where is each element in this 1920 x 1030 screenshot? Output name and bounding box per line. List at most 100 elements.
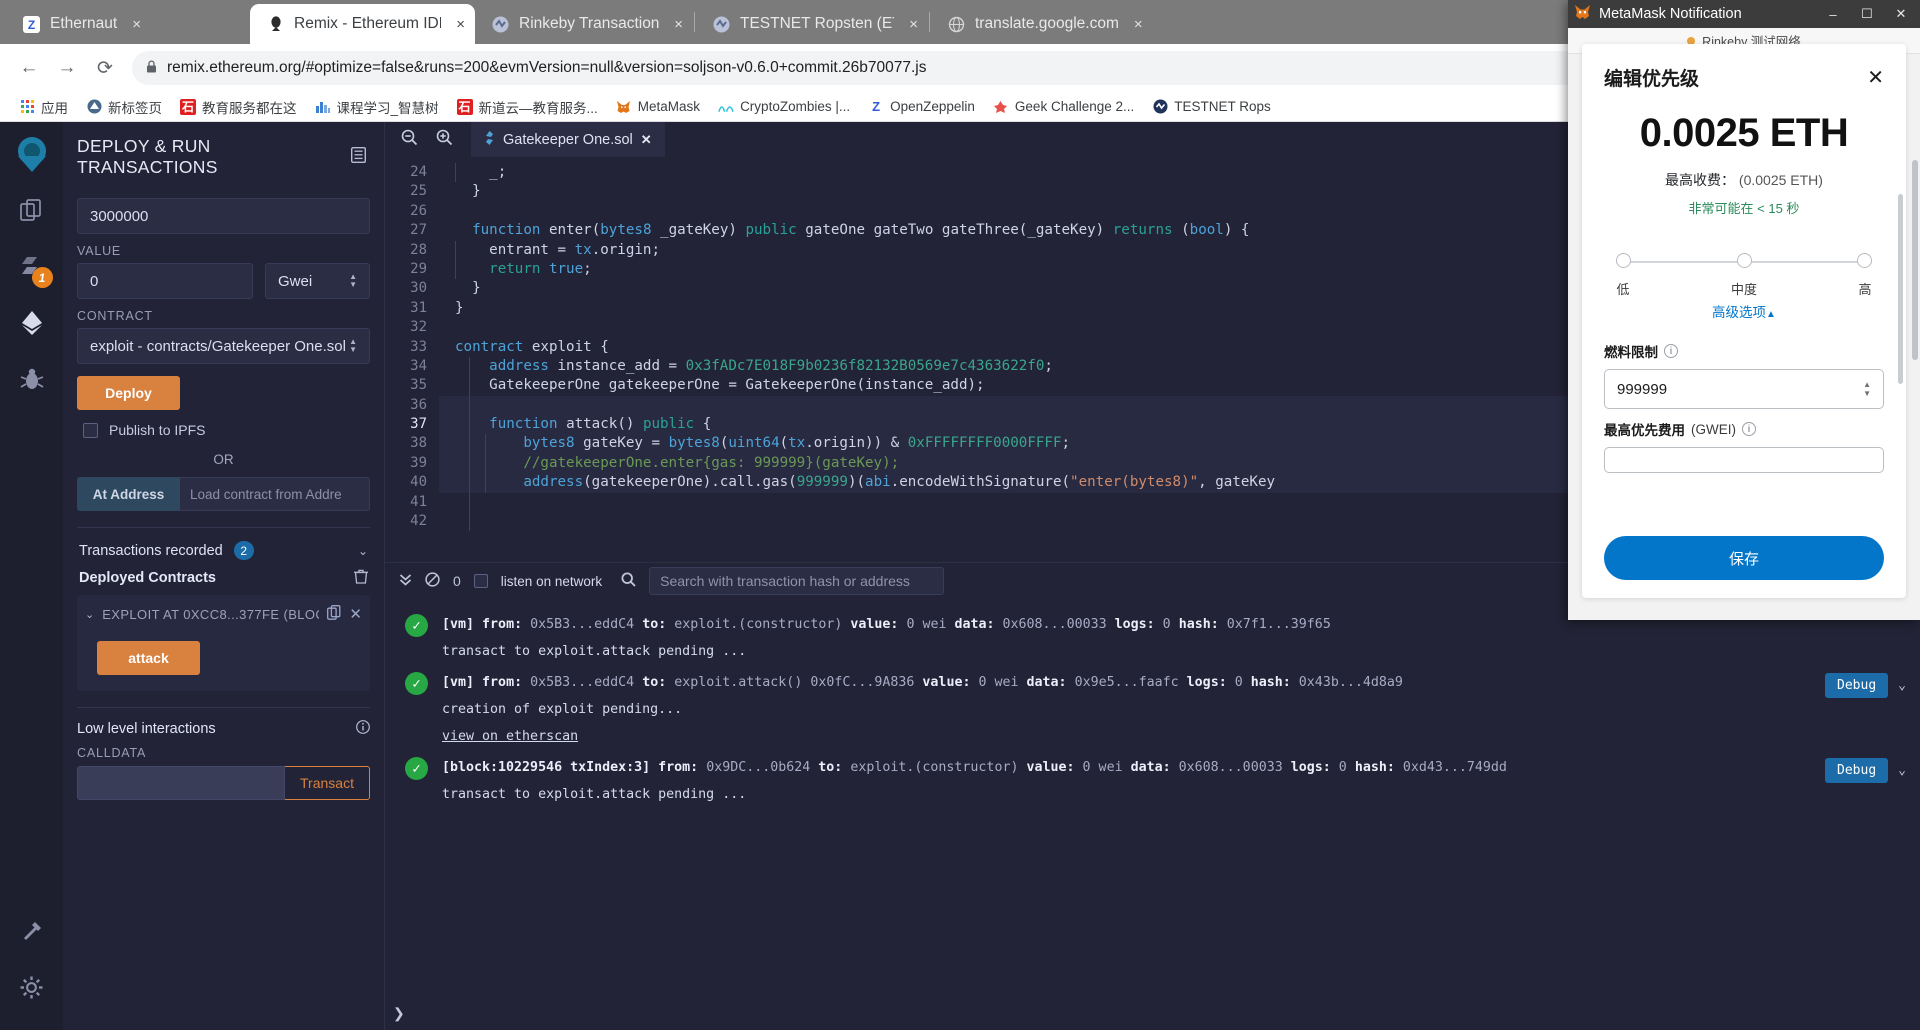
slider-dot-low[interactable] bbox=[1616, 253, 1631, 268]
value-input[interactable]: 0 bbox=[77, 263, 253, 299]
publish-ipfs-checkbox[interactable] bbox=[83, 422, 98, 438]
attack-button[interactable]: attack bbox=[97, 641, 200, 675]
info-icon[interactable] bbox=[356, 720, 370, 737]
transactions-recorded-row[interactable]: Transactions recorded 2 ⌄ bbox=[77, 528, 370, 563]
gas-limit-input[interactable]: 999999 ▲ ▼ bbox=[1604, 369, 1884, 409]
publish-ipfs-row[interactable]: Publish to IPFS bbox=[83, 422, 370, 438]
browser-tab-0[interactable]: Z Ethernaut × bbox=[6, 4, 250, 44]
bookmark-edu-1[interactable]: 石 教育服务都在这 bbox=[171, 94, 306, 120]
zoom-out-icon[interactable] bbox=[401, 129, 418, 150]
list-icon[interactable] bbox=[350, 146, 367, 168]
bookmark-testnet-ropsten[interactable]: TESTNET Rops bbox=[1143, 94, 1280, 120]
back-icon[interactable]: ← bbox=[12, 51, 46, 85]
search-icon[interactable] bbox=[621, 571, 636, 591]
debugger-icon[interactable] bbox=[9, 356, 55, 402]
value-unit-select[interactable]: Gwei ▲ ▼ bbox=[265, 263, 370, 299]
card-scrollbar[interactable] bbox=[1898, 194, 1903, 384]
browser-tab-2[interactable]: Rinkeby Transaction Hash (Txh × bbox=[475, 4, 693, 44]
zoom-in-icon[interactable] bbox=[436, 129, 453, 150]
tab-close-icon[interactable]: × bbox=[456, 16, 465, 33]
transact-button[interactable]: Transact bbox=[285, 766, 370, 800]
data-value: 0x608...00033 bbox=[1002, 617, 1107, 632]
instance-header[interactable]: ⌄ EXPLOIT AT 0XCC8...377FE (BLOC ✕ bbox=[85, 605, 362, 623]
no-entry-icon[interactable] bbox=[425, 571, 440, 591]
line-number: 31 bbox=[410, 299, 427, 316]
file-tab-gatekeeper-one[interactable]: Gatekeeper One.sol ✕ bbox=[471, 122, 665, 157]
entry-prefix: [vm] bbox=[442, 675, 475, 690]
double-chevron-icon[interactable] bbox=[399, 572, 412, 591]
chevron-down-icon[interactable]: ⌄ bbox=[1898, 763, 1906, 778]
metamask-maximize-button[interactable]: ☐ bbox=[1854, 6, 1880, 22]
bookmark-newtab[interactable]: 新标签页 bbox=[77, 94, 171, 120]
copy-icon[interactable] bbox=[327, 605, 341, 623]
plugin-manager-icon[interactable] bbox=[9, 908, 55, 954]
terminal-entry[interactable]: ✓ [vm] from: 0x5B3...eddC4 to: exploit.a… bbox=[385, 663, 1920, 748]
browser-tab-3[interactable]: TESTNET Ropsten (ETH) Blocko × bbox=[696, 4, 928, 44]
view-on-etherscan-link[interactable]: view on etherscan bbox=[442, 729, 578, 744]
at-address-input[interactable]: Load contract from Addre bbox=[180, 477, 370, 511]
remix-home-icon[interactable] bbox=[9, 132, 55, 178]
chevron-down-icon[interactable]: ⌄ bbox=[358, 544, 368, 558]
listen-on-network-checkbox[interactable] bbox=[473, 574, 488, 588]
gas-limit-input[interactable]: 3000000 bbox=[77, 198, 370, 234]
trash-icon[interactable] bbox=[354, 569, 368, 587]
slider-dot-medium[interactable] bbox=[1736, 253, 1752, 268]
bookmark-apps[interactable]: 应用 bbox=[10, 94, 77, 120]
terminal-search-input[interactable]: Search with transaction hash or address bbox=[649, 567, 945, 595]
metamask-minimize-button[interactable]: – bbox=[1820, 7, 1846, 22]
logs-label: logs: bbox=[1114, 617, 1155, 632]
stepper-icon[interactable]: ▲ ▼ bbox=[1863, 380, 1871, 398]
file-tab-close-icon[interactable]: ✕ bbox=[641, 132, 652, 148]
chevron-down-icon[interactable]: ⌄ bbox=[1898, 678, 1906, 693]
max-priority-input[interactable] bbox=[1604, 447, 1884, 473]
bookmark-cryptozombies[interactable]: CryptoZombies |... bbox=[709, 94, 859, 120]
file-explorer-icon[interactable] bbox=[9, 188, 55, 234]
reload-icon[interactable]: ⟳ bbox=[88, 51, 122, 85]
info-icon[interactable]: i bbox=[1742, 422, 1756, 436]
save-button[interactable]: 保存 bbox=[1604, 536, 1884, 580]
info-icon[interactable]: i bbox=[1664, 344, 1678, 358]
deploy-run-icon[interactable] bbox=[9, 300, 55, 346]
tab-close-icon[interactable]: × bbox=[1134, 16, 1143, 33]
panel-header: DEPLOY & RUN TRANSACTIONS bbox=[63, 122, 384, 184]
bookmark-edu-2[interactable]: 石 新道云—教育服务... bbox=[448, 94, 607, 120]
tab-close-icon[interactable]: × bbox=[909, 16, 918, 33]
tab-close-icon[interactable]: × bbox=[132, 16, 141, 33]
metamask-close-button[interactable]: ✕ bbox=[1888, 6, 1914, 22]
bookmark-openzeppelin[interactable]: Z OpenZeppelin bbox=[859, 94, 984, 120]
terminal-entry[interactable]: ✓ [block:10229546 txIndex:3] from: 0x9DC… bbox=[385, 748, 1920, 806]
bookmark-course[interactable]: 课程学习_智慧树 bbox=[306, 94, 448, 120]
terminal-log[interactable]: ✓ [vm] from: 0x5B3...eddC4 to: exploit.(… bbox=[385, 599, 1920, 1030]
browser-tab-1[interactable]: Remix - Ethereum IDE × bbox=[250, 4, 475, 44]
instance-name: EXPLOIT AT 0XCC8...377FE (BLOC bbox=[102, 606, 320, 622]
at-address-button[interactable]: At Address bbox=[77, 477, 180, 511]
forward-icon[interactable]: → bbox=[50, 51, 84, 85]
value-value: 0 wei bbox=[906, 617, 947, 632]
tab-close-icon[interactable]: × bbox=[674, 16, 683, 33]
priority-slider[interactable]: 低 中度 高 bbox=[1616, 239, 1872, 297]
solidity-compiler-icon[interactable]: 1 bbox=[9, 244, 55, 290]
advanced-options-toggle[interactable]: 高级选项▲ bbox=[1582, 301, 1906, 321]
calldata-input[interactable] bbox=[77, 766, 285, 800]
chevron-down-icon[interactable]: ⌄ bbox=[85, 608, 94, 621]
browser-tab-4[interactable]: translate.google.com × bbox=[931, 4, 1163, 44]
tab-divider bbox=[929, 12, 930, 32]
settings-gear-icon[interactable] bbox=[9, 964, 55, 1010]
to-value: exploit.(constructor) bbox=[850, 760, 1019, 775]
slider-label-high: 高 bbox=[1858, 282, 1872, 297]
debug-button[interactable]: Debug bbox=[1825, 673, 1889, 698]
window-scrollbar[interactable] bbox=[1912, 160, 1918, 360]
bookmark-label: 教育服务都在这 bbox=[202, 100, 297, 116]
bookmark-geek-challenge[interactable]: Geek Challenge 2... bbox=[984, 94, 1143, 120]
contract-select[interactable]: exploit - contracts/Gatekeeper One.sol ▲… bbox=[77, 328, 370, 364]
chevron-right-icon[interactable]: ❯ bbox=[393, 1005, 405, 1022]
close-icon[interactable]: ✕ bbox=[1867, 65, 1884, 90]
hash-value: 0x43b...4d8a9 bbox=[1298, 675, 1403, 690]
ide-icon-bar: 1 bbox=[0, 122, 63, 1030]
debug-button[interactable]: Debug bbox=[1825, 758, 1889, 783]
zombie-icon bbox=[718, 99, 734, 115]
slider-dot-high[interactable] bbox=[1857, 253, 1872, 268]
deploy-button[interactable]: Deploy bbox=[77, 376, 180, 410]
bookmark-metamask[interactable]: MetaMask bbox=[607, 94, 709, 120]
close-icon[interactable]: ✕ bbox=[349, 605, 362, 623]
